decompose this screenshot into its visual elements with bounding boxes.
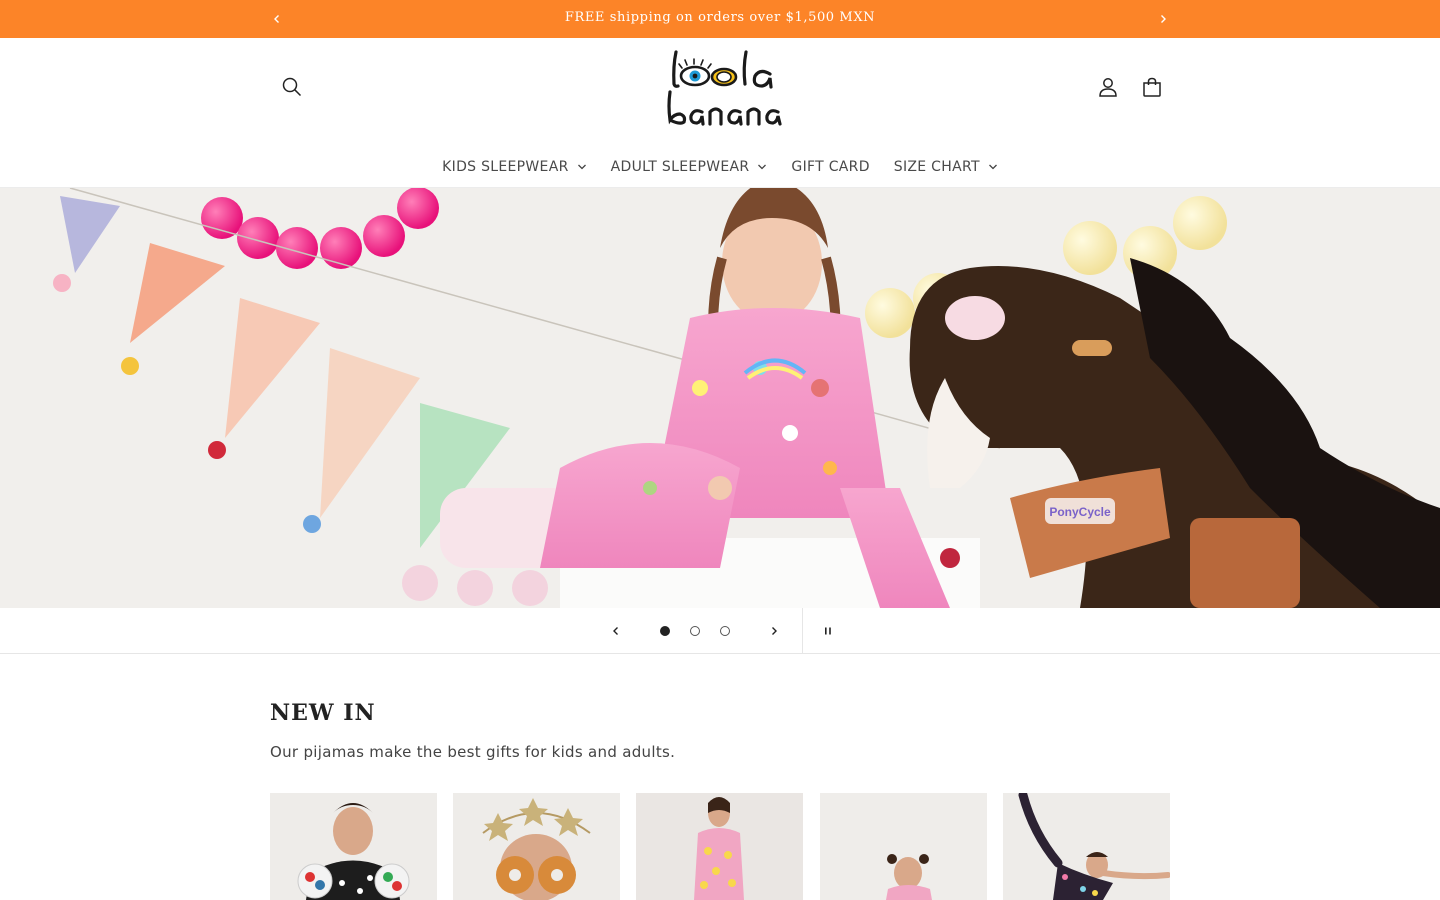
slide-dot-1[interactable] <box>660 626 670 636</box>
slideshow-controls <box>0 608 1440 654</box>
chevron-right-icon <box>1161 15 1166 23</box>
cart-button[interactable] <box>1137 72 1167 102</box>
hero-banner[interactable]: PonyCycle <box>0 188 1440 608</box>
chevron-right-icon <box>772 627 777 635</box>
nav-item-label: KIDS SLEEPWEAR <box>442 159 569 175</box>
announcement-text[interactable]: FREE shipping on orders over $1,500 MXN <box>0 10 1440 25</box>
account-button[interactable] <box>1093 72 1123 102</box>
search-icon <box>282 77 302 97</box>
section-subtitle: Our pijamas make the best gifts for kids… <box>270 743 676 761</box>
section-title: NEW IN <box>270 700 376 726</box>
product-image <box>820 793 987 900</box>
hero-image: PonyCycle <box>0 188 1440 608</box>
product-image <box>636 793 803 900</box>
slide-next-button[interactable] <box>763 620 785 642</box>
site-header: KIDS SLEEPWEAR ADULT SLEEPWEAR GIFT CARD… <box>0 38 1440 188</box>
nav-item-gift-card[interactable]: GIFT CARD <box>779 156 881 178</box>
lola-banana-logo <box>667 50 782 126</box>
product-image <box>453 793 620 900</box>
chevron-left-icon <box>613 627 618 635</box>
product-grid <box>270 793 1170 900</box>
nav-item-label: ADULT SLEEPWEAR <box>610 159 750 175</box>
controls-divider <box>802 608 803 654</box>
product-card-5[interactable] <box>1003 793 1170 900</box>
product-card-1[interactable] <box>270 793 437 900</box>
nav-item-kids-sleepwear[interactable]: KIDS SLEEPWEAR <box>430 156 598 178</box>
search-button[interactable] <box>277 72 307 102</box>
nav-item-adult-sleepwear[interactable]: ADULT SLEEPWEAR <box>599 156 780 178</box>
slideshow-pause-button[interactable] <box>817 620 839 642</box>
chevron-down-icon <box>577 164 586 170</box>
announcement-bar: FREE shipping on orders over $1,500 MXN <box>0 0 1440 38</box>
nav-item-label: GIFT CARD <box>791 159 870 175</box>
nav-item-size-chart[interactable]: SIZE CHART <box>882 156 1010 178</box>
product-card-2[interactable] <box>453 793 620 900</box>
announcement-next-button[interactable] <box>1154 10 1172 28</box>
main-navigation: KIDS SLEEPWEAR ADULT SLEEPWEAR GIFT CARD… <box>0 156 1440 178</box>
product-card-4[interactable] <box>820 793 987 900</box>
site-logo[interactable] <box>664 46 792 126</box>
chevron-down-icon <box>758 164 767 170</box>
product-card-3[interactable] <box>636 793 803 900</box>
chevron-down-icon <box>988 164 997 170</box>
product-image <box>270 793 437 900</box>
product-image <box>1003 793 1170 900</box>
saddle-badge-text: PonyCycle <box>1049 505 1111 519</box>
nav-item-label: SIZE CHART <box>893 159 980 175</box>
cart-icon <box>1143 77 1161 97</box>
account-icon <box>1099 78 1117 97</box>
slide-dot-2[interactable] <box>690 626 700 636</box>
slide-dot-3[interactable] <box>720 626 730 636</box>
slide-prev-button[interactable] <box>605 620 627 642</box>
pause-icon <box>825 627 831 635</box>
